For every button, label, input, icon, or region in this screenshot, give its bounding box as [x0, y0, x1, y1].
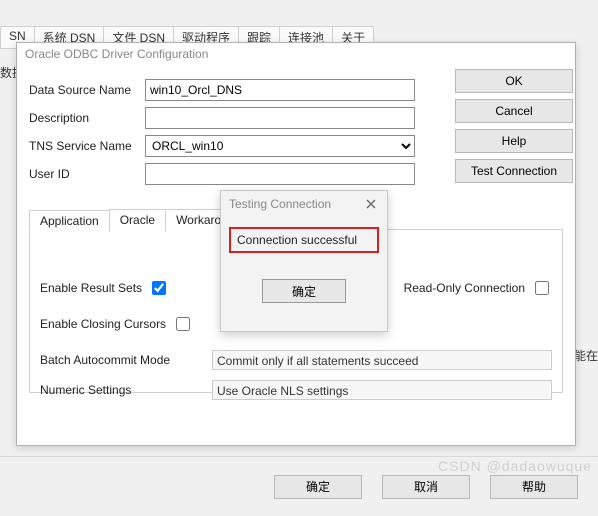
footer-cancel-button[interactable]: 取消 — [382, 475, 470, 499]
popup-message: Connection successful — [229, 227, 379, 253]
read-only-label: Read-Only Connection — [404, 281, 525, 295]
dsn-label: Data Source Name — [29, 83, 145, 97]
description-input[interactable] — [145, 107, 415, 129]
enable-result-sets-checkbox[interactable] — [152, 281, 166, 295]
numeric-settings-value[interactable]: Use Oracle NLS settings — [212, 380, 552, 400]
dsn-input[interactable] — [145, 79, 415, 101]
close-icon[interactable] — [363, 196, 379, 212]
tab-application[interactable]: Application — [29, 210, 110, 232]
tns-select[interactable]: ORCL_win10 — [145, 135, 415, 157]
footer-help-button[interactable]: 帮助 — [490, 475, 578, 499]
read-only-checkbox[interactable] — [535, 281, 549, 295]
test-connection-button[interactable]: Test Connection — [455, 159, 573, 183]
enable-result-sets-label: Enable Result Sets — [40, 281, 142, 295]
cancel-button[interactable]: Cancel — [455, 99, 573, 123]
bg-text-right: 能在 — [574, 347, 598, 364]
userid-input[interactable] — [145, 163, 415, 185]
enable-closing-cursors-label: Enable Closing Cursors — [40, 317, 166, 331]
popup-ok-button[interactable]: 确定 — [262, 279, 346, 303]
enable-closing-cursors-checkbox[interactable] — [176, 317, 190, 331]
testing-connection-dialog: Testing Connection Connection successful… — [220, 190, 388, 332]
dialog-title: Oracle ODBC Driver Configuration — [17, 43, 575, 65]
userid-label: User ID — [29, 167, 145, 181]
numeric-settings-label: Numeric Settings — [40, 383, 212, 397]
batch-autocommit-value[interactable]: Commit only if all statements succeed — [212, 350, 552, 370]
tab-oracle[interactable]: Oracle — [109, 209, 166, 231]
ok-button[interactable]: OK — [455, 69, 573, 93]
description-label: Description — [29, 111, 145, 125]
help-button[interactable]: Help — [455, 129, 573, 153]
footer-bar: 确定 取消 帮助 — [0, 456, 598, 516]
batch-autocommit-label: Batch Autocommit Mode — [40, 353, 212, 367]
tns-label: TNS Service Name — [29, 139, 145, 153]
popup-title-text: Testing Connection — [229, 197, 331, 211]
footer-ok-button[interactable]: 确定 — [274, 475, 362, 499]
